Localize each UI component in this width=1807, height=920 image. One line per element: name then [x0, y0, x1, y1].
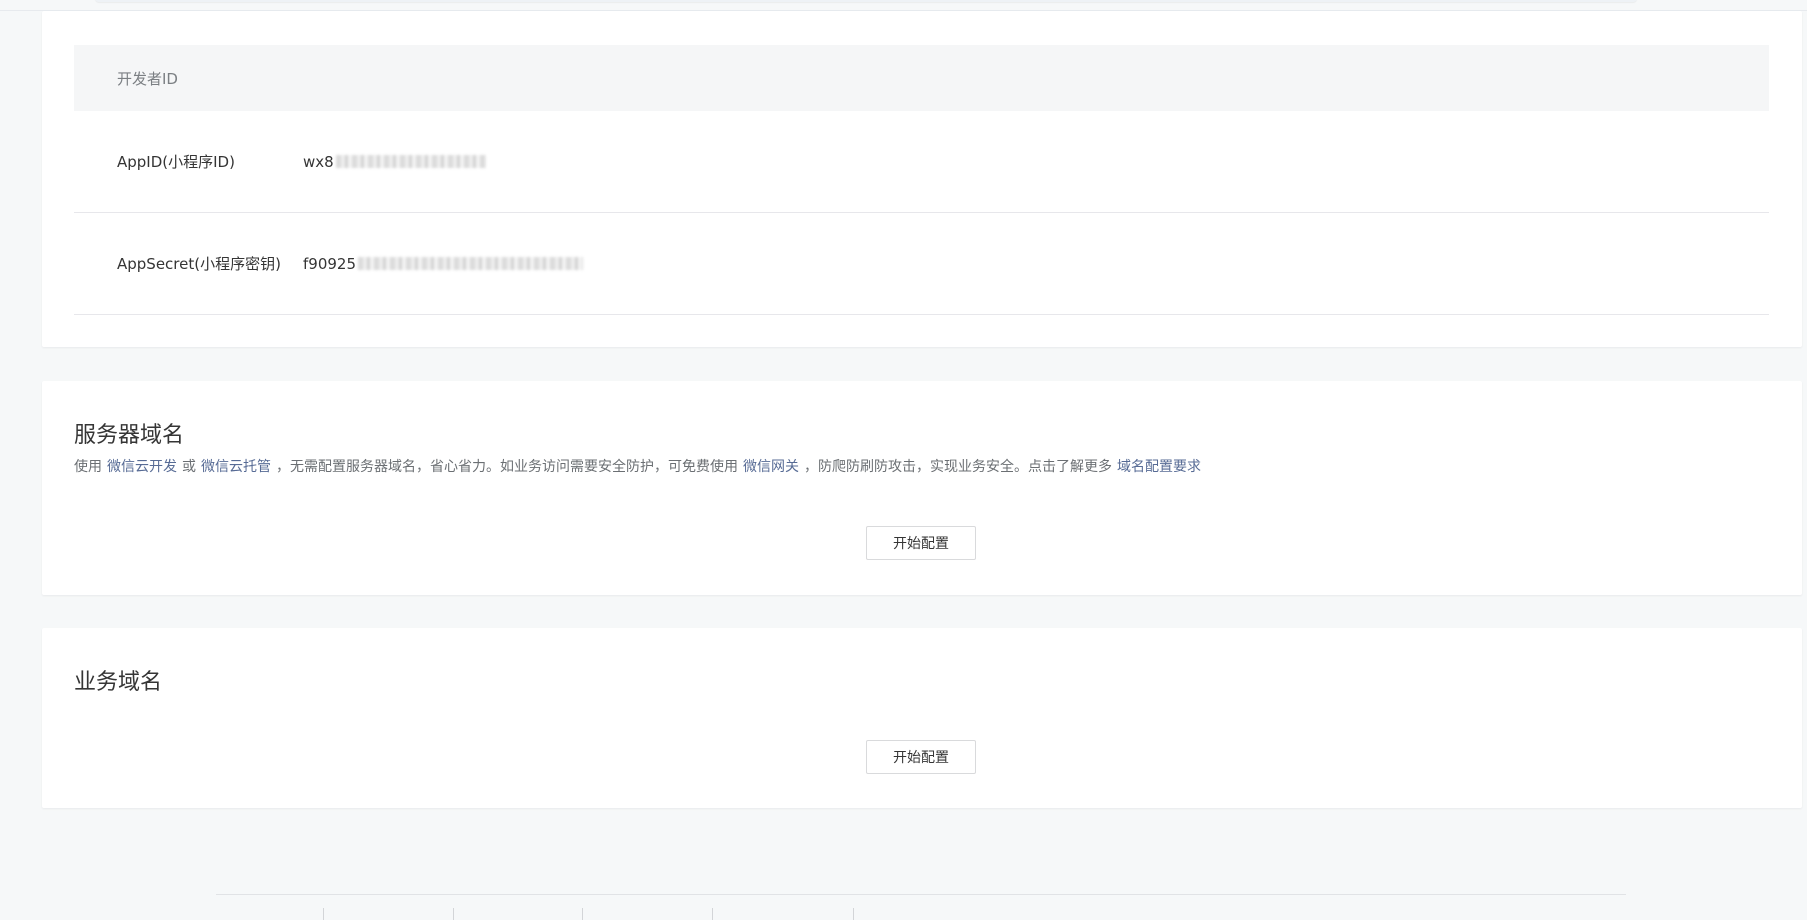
- top-bar-edge: [0, 0, 1807, 11]
- appsecret-value[interactable]: f90925: [303, 255, 583, 273]
- footer-divider: [216, 894, 1626, 895]
- link-wechat-cloud-hosting[interactable]: 微信云托管: [201, 459, 271, 475]
- business-domain-start-config-button[interactable]: 开始配置: [866, 740, 976, 774]
- footer-separator: [712, 908, 713, 920]
- business-domain-title: 业务域名: [74, 670, 163, 695]
- footer-separator: [453, 908, 454, 920]
- developer-id-header: 开发者ID: [74, 45, 1769, 111]
- desc-text-2: 或: [182, 459, 196, 475]
- appsecret-value-text: f90925: [303, 254, 356, 273]
- desc-text-1: 使用: [74, 459, 102, 475]
- footer-separator: [323, 908, 324, 920]
- server-domain-title: 服务器域名: [74, 423, 185, 448]
- footer-separator: [853, 908, 854, 920]
- appid-label: AppID(小程序ID): [117, 153, 235, 171]
- developer-id-card: 开发者ID AppID(小程序ID) wx8 AppSecret(小程序密钥) …: [42, 11, 1802, 347]
- business-domain-card: 业务域名 开始配置: [42, 628, 1802, 808]
- appid-value-text: wx8: [303, 152, 334, 171]
- desc-text-4: ，防爬防刷防攻击，实现业务安全。点击了解更多: [804, 459, 1112, 475]
- appsecret-row: AppSecret(小程序密钥) f90925: [74, 213, 1769, 315]
- server-domain-description: 使用 微信云开发或微信云托管 ，无需配置服务器域名，省心省力。如业务访问需要安全防护…: [74, 456, 1206, 476]
- server-domain-card: 服务器域名 使用 微信云开发或微信云托管 ，无需配置服务器域名，省心省力。如业务访问…: [42, 381, 1802, 595]
- developer-id-table: 开发者ID AppID(小程序ID) wx8 AppSecret(小程序密钥) …: [74, 45, 1769, 315]
- footer-separator: [582, 908, 583, 920]
- desc-text-3: ，无需配置服务器域名，省心省力。如业务访问需要安全防护，可免费使用: [276, 459, 738, 475]
- appsecret-masked-blur: [358, 257, 583, 270]
- developer-id-header-label: 开发者ID: [117, 69, 178, 88]
- link-wechat-gateway[interactable]: 微信网关: [743, 459, 799, 475]
- link-wechat-cloud-dev[interactable]: 微信云开发: [107, 459, 177, 475]
- server-domain-start-config-button[interactable]: 开始配置: [866, 526, 976, 560]
- appid-masked-blur: [335, 155, 486, 168]
- appid-value[interactable]: wx8: [303, 153, 486, 171]
- link-domain-config-requirements[interactable]: 域名配置要求: [1117, 459, 1201, 475]
- appsecret-label: AppSecret(小程序密钥): [117, 255, 281, 273]
- appid-row: AppID(小程序ID) wx8: [74, 111, 1769, 213]
